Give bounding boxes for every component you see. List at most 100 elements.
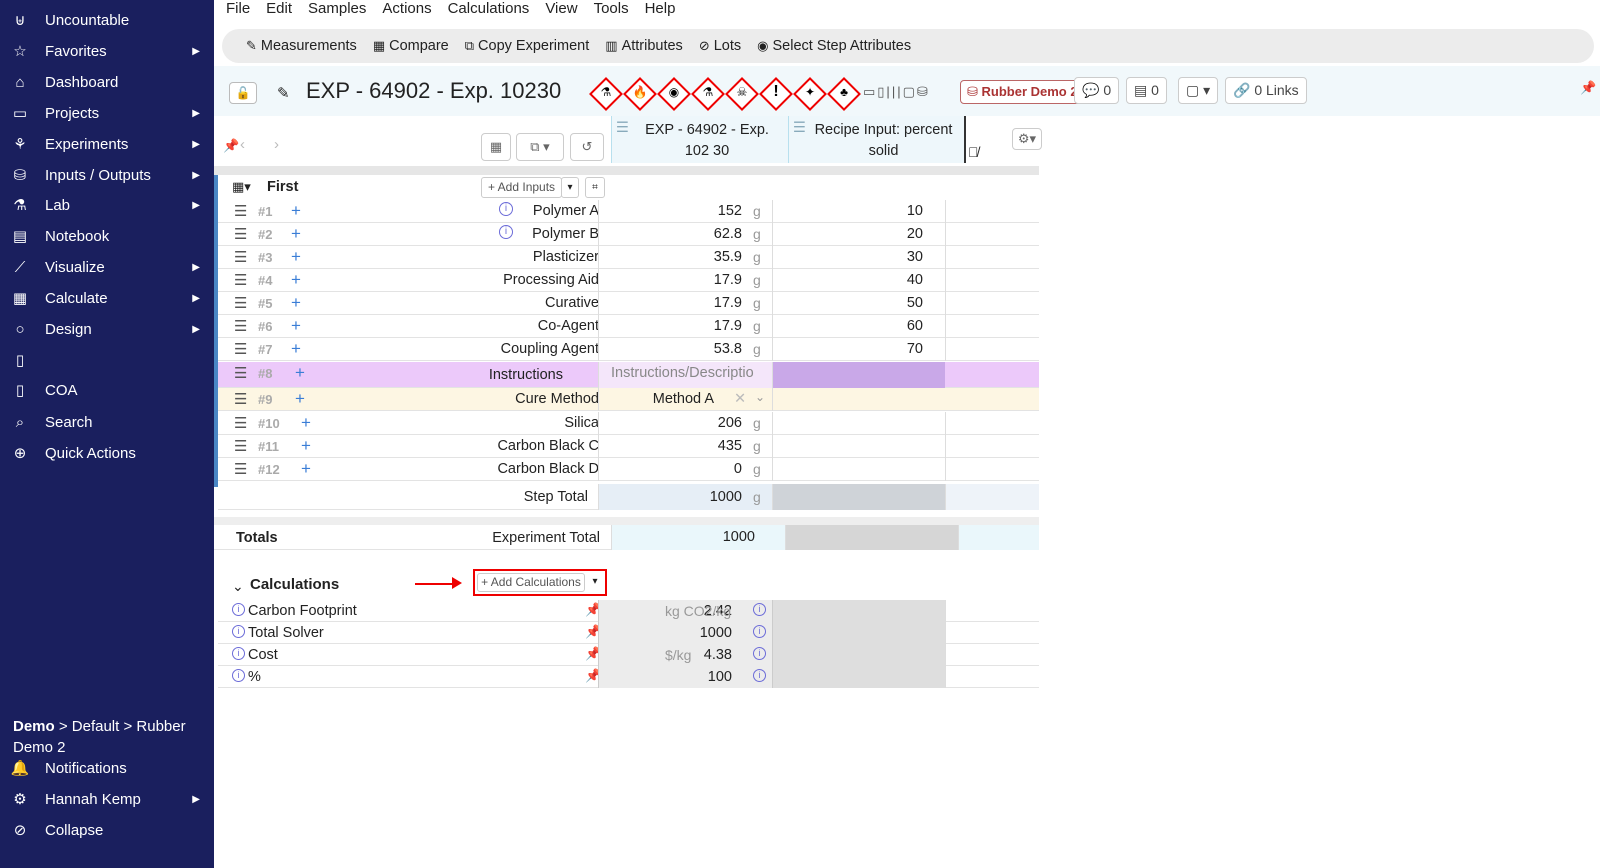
sidebar-item-uncountable[interactable]: ⊎ Uncountable bbox=[0, 6, 214, 34]
sidebar-item-bookmark[interactable]: ▯ bbox=[0, 346, 214, 374]
sidebar-item-notebook[interactable]: ▤ Notebook bbox=[0, 222, 214, 250]
notes-button[interactable]: ▤ 0 bbox=[1126, 77, 1167, 104]
drag-handle-icon[interactable]: ☰ bbox=[234, 364, 247, 382]
ingredient-name[interactable]: Carbon Black D bbox=[497, 461, 599, 477]
sidebar-item-experiments[interactable]: ⚘ Experiments ▶ bbox=[0, 130, 214, 158]
ingredient-name[interactable]: Co-Agent bbox=[538, 318, 599, 334]
sidebar-item-notifications[interactable]: 🔔 Notifications bbox=[0, 754, 214, 782]
ingredient-name[interactable]: Processing Aid bbox=[503, 272, 599, 288]
edit-title-icon[interactable]: ✎ bbox=[277, 84, 290, 102]
percent-cell[interactable]: 70 bbox=[772, 338, 945, 361]
add-row-icon[interactable]: + bbox=[301, 436, 311, 456]
toolbar-measurements-button[interactable]: ✎ Measurements bbox=[246, 38, 357, 54]
add-inputs-dropdown[interactable]: ▾ bbox=[561, 177, 579, 198]
sidebar-item-collapse[interactable]: ⊘ Collapse bbox=[0, 816, 214, 844]
exclamation-hazard-icon[interactable]: ! bbox=[759, 77, 793, 111]
toxic-hazard-icon[interactable]: ☠ bbox=[725, 77, 759, 111]
next-arrow-icon[interactable]: › bbox=[274, 136, 279, 153]
info-icon[interactable]: i bbox=[232, 647, 245, 660]
pin-icon[interactable]: 📌 bbox=[1580, 80, 1596, 96]
menu-calculations[interactable]: Calculations bbox=[448, 0, 530, 24]
add-row-icon[interactable]: + bbox=[291, 339, 301, 359]
percent-cell[interactable]: 20 bbox=[772, 223, 945, 246]
ingredient-name[interactable]: Plasticizer bbox=[533, 249, 599, 265]
health-hazard-icon[interactable]: ✦ bbox=[793, 77, 827, 111]
drag-handle-icon[interactable]: ☰ bbox=[234, 294, 247, 312]
add-calculations-dropdown[interactable]: ▾ bbox=[587, 573, 603, 592]
menu-tools[interactable]: Tools bbox=[594, 0, 629, 24]
collapse-calculations-icon[interactable]: ⌄ bbox=[232, 578, 244, 595]
sidebar-item-favorites[interactable]: ☆ Favorites ▶ bbox=[0, 37, 214, 65]
breadcrumb[interactable]: Demo > Default > Rubber Demo 2 bbox=[13, 716, 203, 758]
comments-button[interactable]: 💬 0 bbox=[1074, 77, 1120, 104]
info-icon[interactable]: i bbox=[232, 669, 245, 682]
environment-hazard-icon[interactable]: ♣ bbox=[827, 77, 861, 111]
amount-cell[interactable]: 53.8 bbox=[598, 338, 772, 361]
menu-file[interactable]: File bbox=[226, 0, 250, 24]
add-row-icon[interactable]: + bbox=[291, 224, 301, 244]
amount-cell[interactable]: 17.9 bbox=[598, 292, 772, 315]
sidebar-item-hannah-kemp[interactable]: ⚙ Hannah Kemp ▶ bbox=[0, 785, 214, 813]
column-header-recipe[interactable]: ☰ Recipe Input: percent solid bbox=[788, 116, 964, 163]
amount-cell[interactable]: 35.9 bbox=[598, 246, 772, 269]
undo-button[interactable]: ↺ bbox=[570, 133, 604, 161]
add-calculations-button[interactable]: + Add Calculations bbox=[477, 573, 585, 592]
flammable-hazard-icon[interactable]: 🔥 bbox=[623, 77, 657, 111]
drag-handle-icon[interactable]: ☰ bbox=[234, 317, 247, 335]
percent-cell[interactable]: 30 bbox=[772, 246, 945, 269]
info-icon[interactable]: i bbox=[753, 669, 766, 682]
pin-column-icon[interactable]: 📌 bbox=[223, 138, 239, 154]
sidebar-item-search[interactable]: ⌕ Search bbox=[0, 408, 214, 436]
sidebar-item-inputs-outputs[interactable]: ⛁ Inputs / Outputs ▶ bbox=[0, 161, 214, 189]
settings-dropdown[interactable]: ⚙▾ bbox=[1012, 128, 1042, 150]
menu-samples[interactable]: Samples bbox=[308, 0, 366, 24]
drag-handle-icon[interactable]: ☰ bbox=[234, 225, 247, 243]
toolbar-copy-experiment-button[interactable]: ⧉ Copy Experiment bbox=[465, 38, 590, 54]
amount-cell[interactable]: 435 bbox=[598, 435, 772, 458]
sidebar-item-visualize[interactable]: ⟋ Visualize ▶ bbox=[0, 253, 214, 281]
ingredient-name[interactable]: Silica bbox=[564, 415, 599, 431]
info-icon[interactable]: i bbox=[753, 625, 766, 638]
info-icon[interactable]: i bbox=[232, 603, 245, 616]
drag-handle-icon[interactable]: ☰ bbox=[234, 271, 247, 289]
toolbar-select-step-attributes-button[interactable]: ◉ Select Step Attributes bbox=[757, 38, 911, 54]
menu-edit[interactable]: Edit bbox=[266, 0, 292, 24]
instructions-cell[interactable] bbox=[772, 362, 945, 388]
calculator-button[interactable]: ▦ bbox=[481, 133, 511, 161]
amount-cell[interactable]: 62.8 bbox=[598, 223, 772, 246]
add-row-icon[interactable]: + bbox=[295, 389, 305, 409]
add-row-icon[interactable]: + bbox=[301, 413, 311, 433]
drag-handle-icon[interactable]: ☰ bbox=[234, 390, 247, 408]
sidebar-item-dashboard[interactable]: ⌂ Dashboard bbox=[0, 68, 214, 96]
drag-handle-icon[interactable]: ☰ bbox=[616, 118, 629, 139]
corrosive-hazard-icon[interactable]: ⚗ bbox=[589, 77, 623, 111]
percent-cell[interactable]: 60 bbox=[772, 315, 945, 338]
amount-cell[interactable]: 17.9 bbox=[598, 315, 772, 338]
ingredient-name[interactable]: Carbon Black C bbox=[497, 438, 599, 454]
toolbar-compare-button[interactable]: ▦ Compare bbox=[373, 38, 449, 54]
add-row-icon[interactable]: + bbox=[291, 316, 301, 336]
drag-handle-icon[interactable]: ☰ bbox=[793, 118, 806, 139]
drag-handle-icon[interactable]: ☰ bbox=[234, 248, 247, 266]
column-header-experiment[interactable]: ☰ EXP - 64902 - Exp. 102 30 bbox=[611, 116, 788, 163]
table-toggle-icon[interactable]: ▦▾ bbox=[232, 179, 251, 195]
menu-view[interactable]: View bbox=[545, 0, 577, 24]
project-tag[interactable]: ⛁ Rubber Demo 2 bbox=[960, 80, 1085, 104]
add-inputs-button[interactable]: + Add Inputs bbox=[481, 177, 563, 198]
ingredient-name[interactable]: Coupling Agent bbox=[501, 341, 599, 357]
info-icon[interactable]: i bbox=[499, 225, 513, 239]
sidebar-item-quick-actions[interactable]: ⊕ Quick Actions bbox=[0, 439, 214, 467]
corrosion-hazard-icon[interactable]: ⚗ bbox=[691, 77, 725, 111]
percent-cell[interactable]: 50 bbox=[772, 292, 945, 315]
info-icon[interactable]: i bbox=[753, 603, 766, 616]
add-row-icon[interactable]: + bbox=[301, 459, 311, 479]
unlock-button[interactable]: 🔓 bbox=[229, 82, 257, 104]
add-row-icon[interactable]: + bbox=[291, 270, 301, 290]
add-row-icon[interactable]: + bbox=[295, 363, 305, 383]
ingredient-name[interactable]: Polymer B bbox=[532, 226, 599, 242]
percent-cell[interactable]: 40 bbox=[772, 269, 945, 292]
percent-cell[interactable]: 10 bbox=[772, 200, 945, 223]
drag-handle-icon[interactable]: ☰ bbox=[234, 340, 247, 358]
sidebar-item-lab[interactable]: ⚗ Lab ▶ bbox=[0, 191, 214, 219]
sidebar-item-calculate[interactable]: ▦ Calculate ▶ bbox=[0, 284, 214, 312]
